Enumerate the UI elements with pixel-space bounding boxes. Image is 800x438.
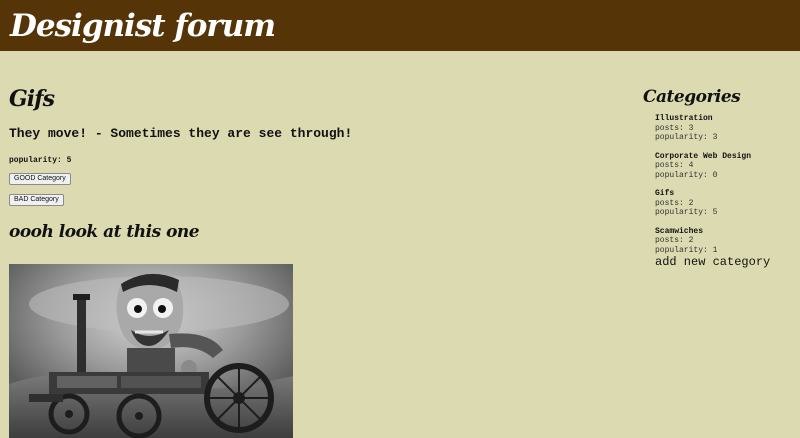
category-main: Gifs They move! - Sometimes they are see… [9,84,609,242]
site-header: Designist forum [0,0,800,51]
site-title[interactable]: Designist forum [10,6,276,46]
add-new-category-link[interactable]: add new category [655,254,770,270]
category-item-corporate-web-design[interactable]: Corporate Web Design posts: 4 popularity… [655,152,795,181]
good-category-button[interactable]: GOOD Category [9,173,71,185]
category-title: Gifs [9,86,55,112]
category-item-gifs[interactable]: Gifs posts: 2 popularity: 5 [655,189,795,218]
category-item-popularity: popularity: 3 [655,133,718,142]
category-item-scamwiches[interactable]: Scamwiches posts: 2 popularity: 1 [655,227,795,256]
sidebar-title: Categories [643,87,741,107]
post-gif-image[interactable] [9,264,293,438]
category-description: They move! - Sometimes they are see thro… [9,126,353,141]
category-item-posts: posts: 3 [655,123,694,133]
category-item-name[interactable]: Gifs [655,189,795,199]
category-item-name[interactable]: Corporate Web Design [655,152,795,162]
category-item-name[interactable]: Illustration [655,114,795,124]
category-item-illustration[interactable]: Illustration posts: 3 popularity: 3 [655,114,795,143]
category-item-popularity: popularity: 5 [655,208,718,217]
categories-sidebar: Categories Illustration posts: 3 popular… [643,86,793,269]
category-popularity: popularity: 5 [9,156,72,165]
post-gif-illustration [9,264,293,438]
category-item-posts: posts: 4 [655,161,694,170]
post-title[interactable]: oooh look at this one [9,220,200,244]
category-item-posts: posts: 2 [655,198,694,208]
category-item-popularity: popularity: 0 [655,170,718,180]
category-list: Illustration posts: 3 popularity: 3 Corp… [655,114,795,264]
category-item-posts: posts: 2 [655,236,694,245]
category-item-name[interactable]: Scamwiches [655,227,795,237]
bad-category-button[interactable]: BAD Category [9,194,64,206]
